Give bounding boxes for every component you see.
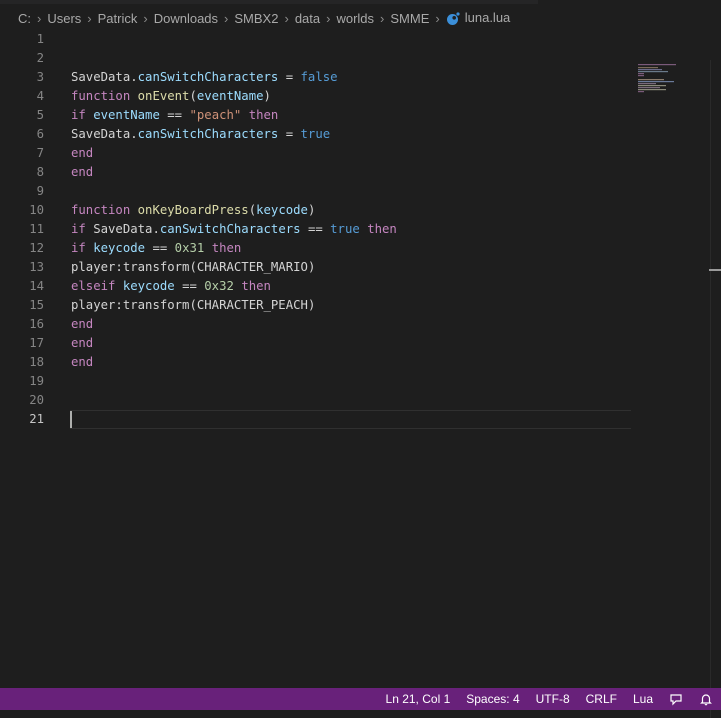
bell-icon	[700, 694, 712, 706]
breadcrumb-item[interactable]: Users	[47, 11, 81, 26]
cursor-position[interactable]: Ln 21, Col 1	[378, 688, 459, 710]
code-line[interactable]: end	[71, 334, 631, 353]
code-line[interactable]: player:transform(CHARACTER_MARIO)	[71, 258, 631, 277]
line-number: 4	[36, 89, 44, 103]
line-number: 1	[36, 32, 44, 46]
code-editor[interactable]: 1 2 3 4 5 6 7 8 9 10 11 12 13 14 15 16 1…	[0, 30, 721, 718]
line-number: 7	[36, 146, 44, 160]
breadcrumb-item[interactable]: C:	[18, 11, 31, 26]
code-lines[interactable]: SaveData.canSwitchCharacters = false func…	[70, 30, 631, 429]
minimap[interactable]	[638, 64, 688, 104]
chevron-right-icon: ›	[224, 10, 229, 26]
line-number-gutter: 1 2 3 4 5 6 7 8 9 10 11 12 13 14 15 16 1…	[0, 30, 52, 429]
code-line[interactable]: function onKeyBoardPress(keycode)	[71, 201, 631, 220]
text-cursor	[70, 411, 72, 428]
line-number: 5	[36, 108, 44, 122]
chevron-right-icon: ›	[326, 10, 331, 26]
breadcrumb-item[interactable]: SMME	[390, 11, 429, 26]
breadcrumb-item[interactable]: SMBX2	[234, 11, 278, 26]
scrollbar-cursor-marker	[709, 269, 721, 271]
breadcrumb-item[interactable]: Patrick	[98, 11, 138, 26]
vertical-scrollbar[interactable]	[710, 60, 721, 718]
feedback-icon	[670, 694, 682, 706]
line-number: 20	[29, 393, 44, 407]
line-number: 9	[36, 184, 44, 198]
encoding-setting[interactable]: UTF-8	[528, 688, 578, 710]
chevron-right-icon: ›	[284, 10, 289, 26]
breadcrumb: C: › Users › Patrick › Downloads › SMBX2 › da…	[0, 6, 721, 30]
line-number: 6	[36, 127, 44, 141]
code-line[interactable]	[71, 30, 631, 49]
breadcrumb-item[interactable]: Downloads	[154, 11, 218, 26]
line-number: 10	[29, 203, 44, 217]
code-line[interactable]: end	[71, 163, 631, 182]
code-line[interactable]: end	[71, 144, 631, 163]
code-line[interactable]: if SaveData.canSwitchCharacters == true …	[71, 220, 631, 239]
chevron-right-icon: ›	[37, 10, 42, 26]
line-number: 12	[29, 241, 44, 255]
code-line[interactable]: if eventName == "peach" then	[71, 106, 631, 125]
indentation-setting[interactable]: Spaces: 4	[458, 688, 527, 710]
code-line[interactable]: end	[71, 315, 631, 334]
feedback-button[interactable]	[661, 688, 691, 710]
line-number: 11	[29, 222, 44, 236]
code-line[interactable]	[71, 372, 631, 391]
line-number: 8	[36, 165, 44, 179]
code-line[interactable]: SaveData.canSwitchCharacters = true	[71, 125, 631, 144]
language-mode[interactable]: Lua	[625, 688, 661, 710]
line-number: 17	[29, 336, 44, 350]
breadcrumb-item[interactable]: worlds	[336, 11, 374, 26]
line-number: 14	[29, 279, 44, 293]
line-number-active: 21	[29, 412, 44, 426]
chevron-right-icon: ›	[143, 10, 148, 26]
code-line[interactable]	[71, 182, 631, 201]
chevron-right-icon: ›	[380, 10, 385, 26]
code-line[interactable]: function onEvent(eventName)	[71, 87, 631, 106]
code-line[interactable]	[71, 391, 631, 410]
chevron-right-icon: ›	[87, 10, 92, 26]
line-number: 3	[36, 70, 44, 84]
line-number: 19	[29, 374, 44, 388]
notifications-button[interactable]	[691, 688, 721, 710]
line-number: 18	[29, 355, 44, 369]
code-line[interactable]: elseif keycode == 0x32 then	[71, 277, 631, 296]
line-number: 16	[29, 317, 44, 331]
code-line[interactable]: SaveData.canSwitchCharacters = false	[71, 68, 631, 87]
breadcrumb-file[interactable]: luna.lua	[446, 10, 511, 26]
status-bar: Ln 21, Col 1 Spaces: 4 UTF-8 CRLF Lua	[0, 688, 721, 710]
code-line[interactable]	[71, 49, 631, 68]
code-line[interactable]: if keycode == 0x31 then	[71, 239, 631, 258]
line-number: 13	[29, 260, 44, 274]
chevron-right-icon: ›	[435, 10, 440, 26]
breadcrumb-file-name: luna.lua	[464, 10, 511, 26]
code-line[interactable]: end	[71, 353, 631, 372]
line-number: 15	[29, 298, 44, 312]
breadcrumb-item[interactable]: data	[295, 11, 320, 26]
code-line[interactable]: player:transform(CHARACTER_PEACH)	[71, 296, 631, 315]
line-ending-setting[interactable]: CRLF	[578, 688, 625, 710]
code-line-current[interactable]	[70, 410, 631, 429]
line-number: 2	[36, 51, 44, 65]
lua-file-icon	[446, 12, 460, 25]
tab-bar-strip	[0, 0, 538, 4]
